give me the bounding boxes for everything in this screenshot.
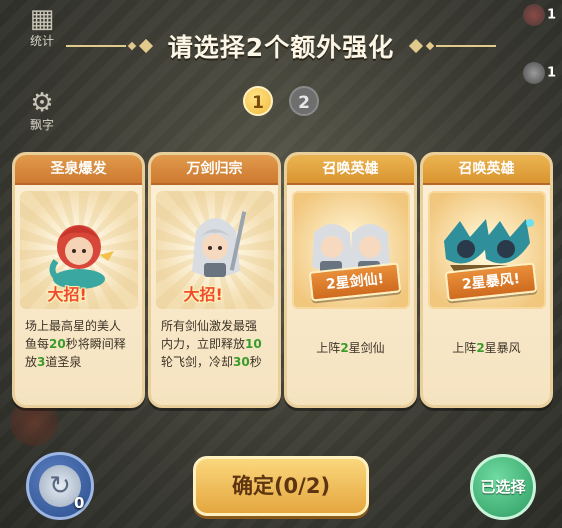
ultimate-tag: 大招! [47,285,87,304]
selected-button[interactable]: 已选择 [470,454,536,520]
floating-text-label: 飘字 [29,118,54,132]
card-title: 召唤英雄 [423,155,550,185]
card-summon-sword-immortal[interactable]: 召唤英雄 2星剑仙! 上阵2星剑仙 [284,152,417,408]
step-1-indicator: 1 [243,86,273,116]
card-holy-spring-burst[interactable]: 圣泉爆发 大招! 场上最高星的美人鱼每20秒将瞬间释放3道圣泉 [12,152,145,408]
floating-text-button[interactable]: ⚙ 飘字 [20,90,64,133]
card-art: 大招! [155,191,274,309]
refresh-count: 0 [74,494,85,512]
hero-avatar-icon [522,4,545,26]
title-ornament-right [408,38,497,54]
game-screen: ▦ 统计 ⚙ 飘字 1 1 请选择2个额外强化 1 2 圣泉爆发 大招! 场上最… [0,0,562,528]
card-art: 2星暴风! [427,191,546,309]
ultimate-tag: 大招! [183,285,223,304]
title-row: 请选择2个额外强化 [0,26,562,66]
hero-counter-top: 1 [522,4,556,26]
card-description: 场上最高星的美人鱼每20秒将瞬间释放3道圣泉 [25,319,126,369]
card-description: 上阵2星剑仙 [316,341,385,355]
card-description: 所有剑仙激发最强内力，立即释放10轮飞剑，冷却30秒 [161,319,262,369]
title-ornament-left [65,38,154,54]
card-art: 2星剑仙! [291,191,410,309]
step-2-indicator: 2 [289,86,319,116]
page-title: 请选择2个额外强化 [167,33,395,62]
card-title: 召唤英雄 [287,155,414,185]
card-summon-storm[interactable]: 召唤英雄 2星暴风! 上阵2星暴风 [420,152,553,408]
confirm-button[interactable]: 确定(0/2) [193,456,369,516]
card-title: 圣泉爆发 [15,155,142,185]
card-ten-thousand-swords[interactable]: 万剑归宗 大招! 所有剑仙激发最强内力，立即释放10轮飞剑，冷却30秒 [148,152,281,408]
floating-text-icon: ⚙ [30,88,54,118]
card-art: 大招! [19,191,138,309]
card-description: 上阵2星暴风 [452,341,521,355]
card-title: 万剑归宗 [151,155,278,185]
